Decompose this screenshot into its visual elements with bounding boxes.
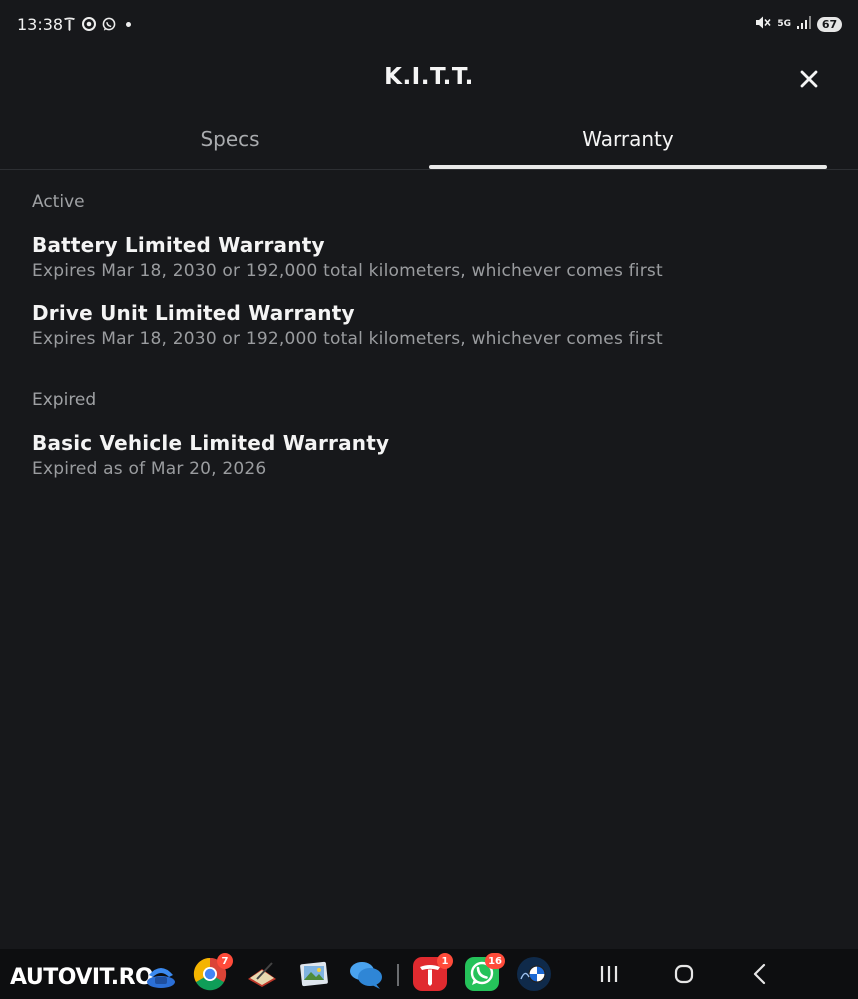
status-bar: 13:38 5G 67 [0,0,858,50]
section-label-active: Active [32,192,85,212]
notification-icons [62,16,131,32]
back-button[interactable] [745,961,775,987]
tesla-badge: 1 [437,953,453,969]
whatsapp-app-icon[interactable]: 16 [465,953,505,991]
warranty-expiry: Expired as of Mar 20, 2026 [32,459,267,479]
warranty-expiry: Expires Mar 18, 2030 or 192,000 total ki… [32,261,663,281]
battery-indicator: 67 [817,16,842,32]
messages-app-icon[interactable] [348,957,382,991]
taskbar-divider [397,964,399,986]
warranty-screen: 13:38 5G 67 K.I.T.T. Specs Warranty Acti… [0,0,858,999]
network-type-label: 5G [777,18,791,29]
warranty-title: Battery Limited Warranty [32,233,325,257]
autovit-logo: AUTOVIT.RO [10,965,154,990]
warranty-item-basic-vehicle[interactable]: Basic Vehicle Limited Warranty Expired a… [32,431,832,479]
back-icon [753,963,766,985]
chrome-badge: 7 [217,953,233,969]
tab-bar: Specs Warranty [0,108,858,170]
whatsapp-badge: 16 [485,953,505,969]
mute-icon [755,15,771,33]
recents-icon [600,966,618,982]
warranty-title: Basic Vehicle Limited Warranty [32,431,390,455]
signal-icon [797,16,811,32]
chrome-app-icon[interactable]: 7 [193,953,233,991]
tesla-notification-icon [62,16,76,32]
selected-tab-indicator [429,165,827,169]
close-button[interactable] [796,66,822,92]
more-notifications-dot [126,21,131,27]
warranty-title: Drive Unit Limited Warranty [32,301,355,325]
header: K.I.T.T. [0,50,858,108]
system-status: 5G 67 [755,15,842,33]
section-label-expired: Expired [32,390,97,410]
tesla-app-icon[interactable]: 1 [413,953,453,991]
taskbar: AUTOVIT.RO 7 1 16 [0,949,858,999]
bmw-app-icon[interactable] [517,957,551,991]
vehicle-name-title: K.I.T.T. [384,64,474,90]
warranty-item-battery[interactable]: Battery Limited Warranty Expires Mar 18,… [32,233,832,281]
notes-app-icon[interactable] [245,957,279,991]
chrome-notification-icon [82,16,96,32]
tab-specs[interactable]: Specs [31,108,429,169]
home-icon [674,964,694,984]
warranty-list: Active Battery Limited Warranty Expires … [32,170,832,479]
phone-app-icon[interactable] [144,957,178,991]
warranty-item-drive-unit[interactable]: Drive Unit Limited Warranty Expires Mar … [32,301,832,349]
close-icon [800,70,818,88]
recents-button[interactable] [594,961,624,987]
warranty-expiry: Expires Mar 18, 2030 or 192,000 total ki… [32,329,663,349]
gallery-app-icon[interactable] [297,957,331,991]
status-time: 13:38 [17,15,64,34]
whatsapp-notification-icon [102,16,116,32]
home-button[interactable] [669,961,699,987]
tab-warranty[interactable]: Warranty [429,108,827,169]
